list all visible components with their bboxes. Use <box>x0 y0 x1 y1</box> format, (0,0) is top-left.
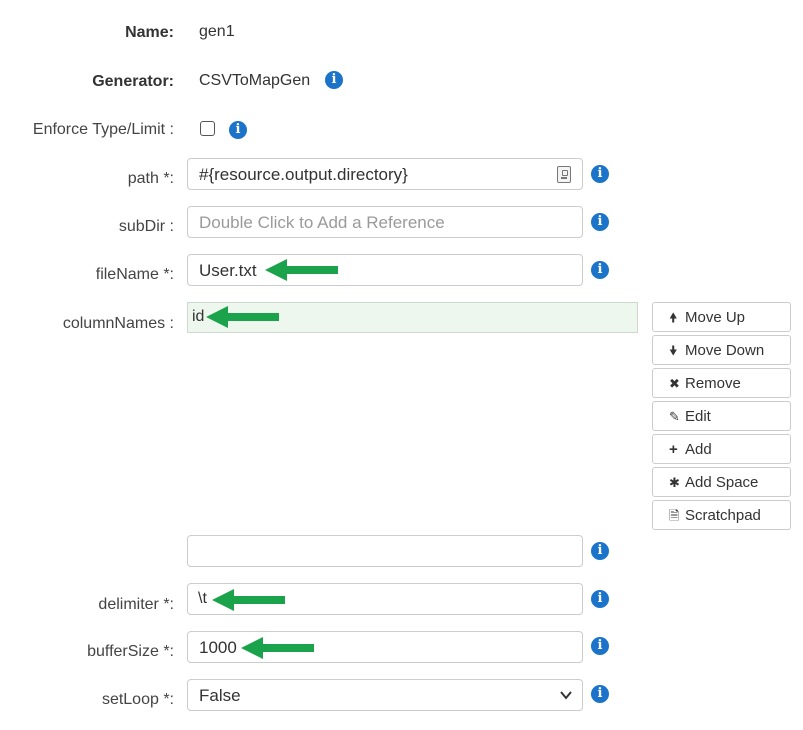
subdir-placeholder: Double Click to Add a Reference <box>199 213 445 232</box>
setloop-value: False <box>199 686 241 705</box>
reference-picker-icon[interactable] <box>557 166 571 183</box>
arrow-left-icon <box>265 259 338 281</box>
delimiter-value: \t <box>198 590 207 607</box>
delimiter-label: delimiter *: <box>98 596 174 613</box>
arrow-up-icon: 🠝 <box>669 310 678 325</box>
info-icon[interactable]: i <box>591 213 609 231</box>
scratchpad-button[interactable]: 🗎 Scratchpad <box>652 500 791 530</box>
path-value: #{resource.output.directory} <box>199 165 408 184</box>
move-up-button[interactable]: 🠝 Move Up <box>652 302 791 332</box>
filename-label: fileName *: <box>95 266 174 283</box>
move-down-button[interactable]: 🠟 Move Down <box>652 335 791 365</box>
generator-label: Generator: <box>92 73 174 90</box>
add-space-button[interactable]: ✱ Add Space <box>652 467 791 497</box>
info-icon[interactable]: i <box>325 71 343 89</box>
file-icon: 🗎 <box>669 508 680 523</box>
buffersize-label: bufferSize *: <box>87 643 174 660</box>
enforce-checkbox[interactable] <box>200 121 215 136</box>
buffersize-value: 1000 <box>199 638 237 657</box>
setloop-label: setLoop *: <box>101 691 174 708</box>
filename-input[interactable]: User.txt <box>187 254 583 286</box>
arrow-left-icon <box>241 637 314 659</box>
pencil-icon: ✎ <box>669 409 680 424</box>
path-input[interactable]: #{resource.output.directory} <box>187 158 583 190</box>
list-item-label: id <box>192 308 205 325</box>
asterisk-icon: ✱ <box>669 475 680 490</box>
close-icon: ✖ <box>669 376 680 391</box>
arrow-down-icon: 🠟 <box>669 343 678 358</box>
info-icon[interactable]: i <box>591 542 609 560</box>
filename-value: User.txt <box>199 261 257 280</box>
arrow-left-icon <box>212 589 285 611</box>
name-value: gen1 <box>199 23 235 40</box>
columnnames-label: columnNames : <box>62 315 174 332</box>
enforce-label: Enforce Type/Limit : <box>32 121 174 138</box>
edit-button[interactable]: ✎ Edit <box>652 401 791 431</box>
add-button[interactable]: + Add <box>652 434 791 464</box>
info-icon[interactable]: i <box>591 165 609 183</box>
plus-icon: + <box>669 441 678 458</box>
setloop-select[interactable]: False <box>187 679 583 711</box>
generator-value: CSVToMapGen <box>199 72 311 89</box>
info-icon[interactable]: i <box>229 121 247 139</box>
info-icon[interactable]: i <box>591 685 609 703</box>
new-column-input[interactable] <box>187 535 583 567</box>
path-label: path *: <box>127 170 174 187</box>
info-icon[interactable]: i <box>591 261 609 279</box>
chevron-down-icon <box>560 691 572 700</box>
info-icon[interactable]: i <box>591 637 609 655</box>
name-label: Name: <box>125 24 174 41</box>
subdir-input[interactable]: Double Click to Add a Reference <box>187 206 583 238</box>
arrow-left-icon <box>206 306 279 328</box>
subdir-label: subDir : <box>118 218 174 235</box>
remove-button[interactable]: ✖ Remove <box>652 368 791 398</box>
info-icon[interactable]: i <box>591 590 609 608</box>
